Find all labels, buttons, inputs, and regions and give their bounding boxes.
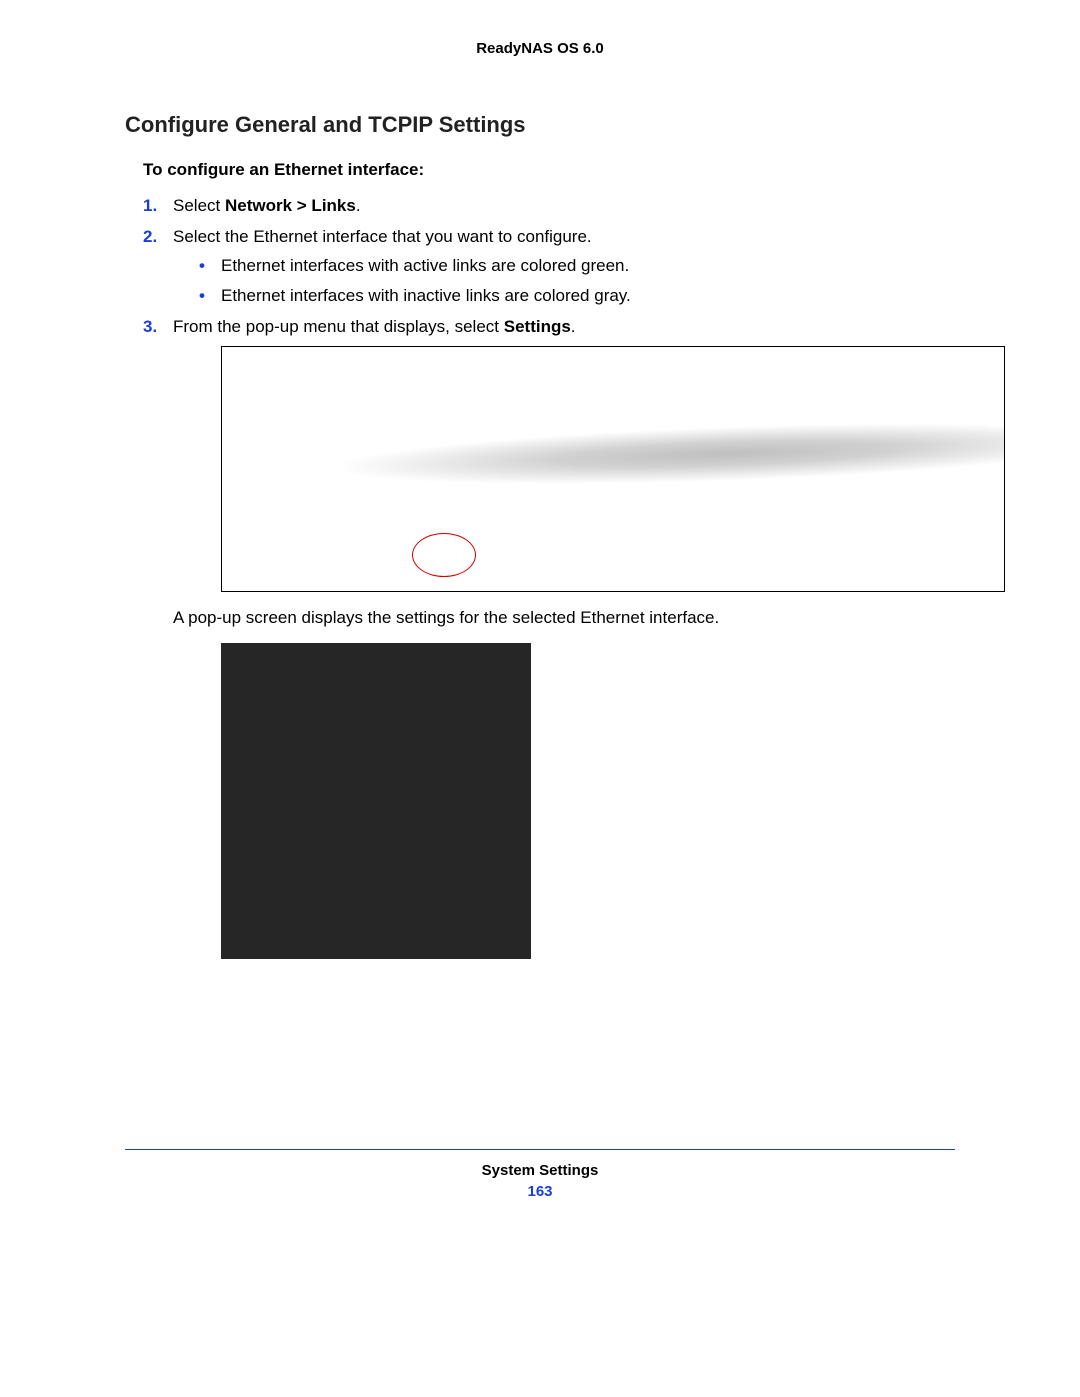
callout-oval-icon [412,533,476,577]
procedure-steps: 1. Select Network > Links. 2. Select the… [125,192,955,959]
section-title: Configure General and TCPIP Settings [125,112,955,138]
figure-shadow [342,415,1005,509]
bullet-item: Ethernet interfaces with inactive links … [199,282,955,309]
step-number: 3. [143,313,157,340]
step-3: 3. From the pop-up menu that displays, s… [143,313,955,959]
step-2-bullets: Ethernet interfaces with active links ar… [173,252,955,308]
bullet-item: Ethernet interfaces with active links ar… [199,252,955,279]
header-product-title: ReadyNAS OS 6.0 [125,40,955,57]
step-2: 2. Select the Ethernet interface that yo… [143,223,955,309]
step-text: Select the Ethernet interface that you w… [173,227,592,246]
step-number: 2. [143,223,157,250]
screenshot-figure-1 [221,346,1005,592]
figure-caption-text: A pop-up screen displays the settings fo… [173,604,955,631]
screenshot-figure-2 [221,643,531,959]
footer-chapter: System Settings [125,1162,955,1179]
procedure-lead-in: To configure an Ethernet interface: [143,160,955,180]
step-text: Select Network > Links. [173,196,361,215]
step-number: 1. [143,192,157,219]
footer-page-number: 163 [125,1183,955,1200]
footer-divider [125,1149,955,1150]
step-text: From the pop-up menu that displays, sele… [173,317,576,336]
step-1: 1. Select Network > Links. [143,192,955,219]
document-page: ReadyNAS OS 6.0 Configure General and TC… [0,0,1080,1230]
page-footer: System Settings 163 [125,1149,955,1200]
